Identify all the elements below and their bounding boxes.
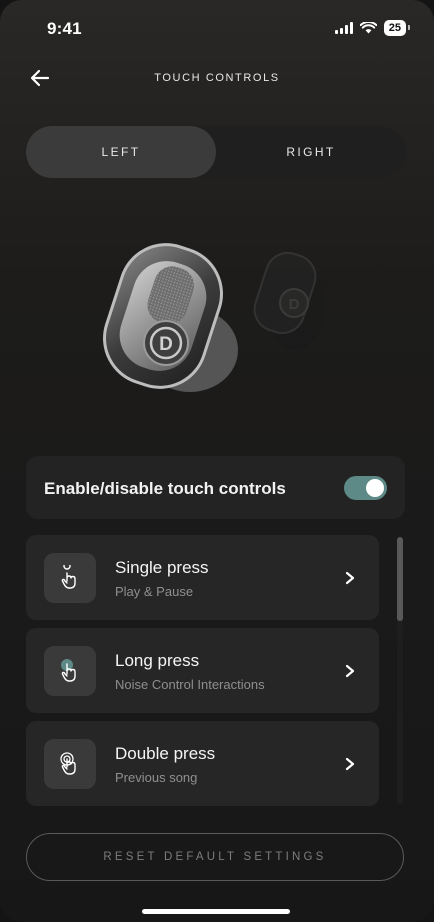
- svg-text:D: D: [289, 296, 300, 313]
- chevron-right-icon: [345, 757, 355, 771]
- touch-controls-switch[interactable]: [344, 476, 387, 500]
- gesture-action: Previous song: [115, 770, 198, 785]
- right-earbud: D: [253, 251, 325, 350]
- gesture-title: Long press: [115, 651, 200, 670]
- gesture-item-single-press[interactable]: Single press Play & Pause: [26, 535, 379, 620]
- cellular-signal-icon: [334, 22, 353, 34]
- toggle-label: Enable/disable touch controls: [44, 479, 286, 498]
- wifi-icon: [359, 22, 377, 34]
- gesture-title: Double press: [115, 744, 216, 763]
- gesture-title: Single press: [115, 558, 209, 577]
- tab-left[interactable]: LEFT: [26, 126, 216, 178]
- gesture-action: Play & Pause: [115, 584, 194, 599]
- touch-controls-toggle-row: Enable/disable touch controls: [26, 456, 405, 519]
- earbuds-image: D D: [103, 243, 325, 392]
- left-earbud: D: [103, 243, 238, 392]
- chevron-right-icon: [345, 664, 355, 678]
- header: TOUCH CONTROLS: [0, 58, 434, 98]
- gesture-action: Noise Control Interactions: [115, 677, 265, 692]
- switch-knob: [366, 479, 384, 497]
- battery-indicator: 25: [383, 20, 411, 36]
- status-indicators: 25: [334, 20, 411, 36]
- scrollbar-thumb[interactable]: [397, 537, 403, 621]
- single-tap-icon: [44, 553, 96, 603]
- tab-right[interactable]: RIGHT: [216, 126, 406, 178]
- long-press-icon: [44, 646, 96, 696]
- svg-text:D: D: [159, 334, 173, 355]
- gesture-item-double-press[interactable]: Double press Previous song: [26, 721, 379, 806]
- reset-default-settings-button[interactable]: RESET DEFAULT SETTINGS: [26, 833, 404, 881]
- home-indicator: [142, 909, 290, 914]
- page-title: TOUCH CONTROLS: [154, 72, 280, 84]
- status-time: 9:41: [47, 19, 82, 38]
- status-bar: 9:41 25: [0, 0, 434, 60]
- side-selector: LEFT RIGHT: [26, 126, 406, 178]
- double-tap-icon: [44, 739, 96, 789]
- gesture-item-long-press[interactable]: Long press Noise Control Interactions: [26, 628, 379, 713]
- chevron-right-icon: [345, 571, 355, 585]
- gesture-list: Single press Play & Pause Long press Noi…: [26, 535, 379, 814]
- list-scrollbar[interactable]: [397, 537, 403, 805]
- app-screen: 9:41 25 TOUCH CONTROLS LEFT RIGHT D D En…: [0, 0, 434, 922]
